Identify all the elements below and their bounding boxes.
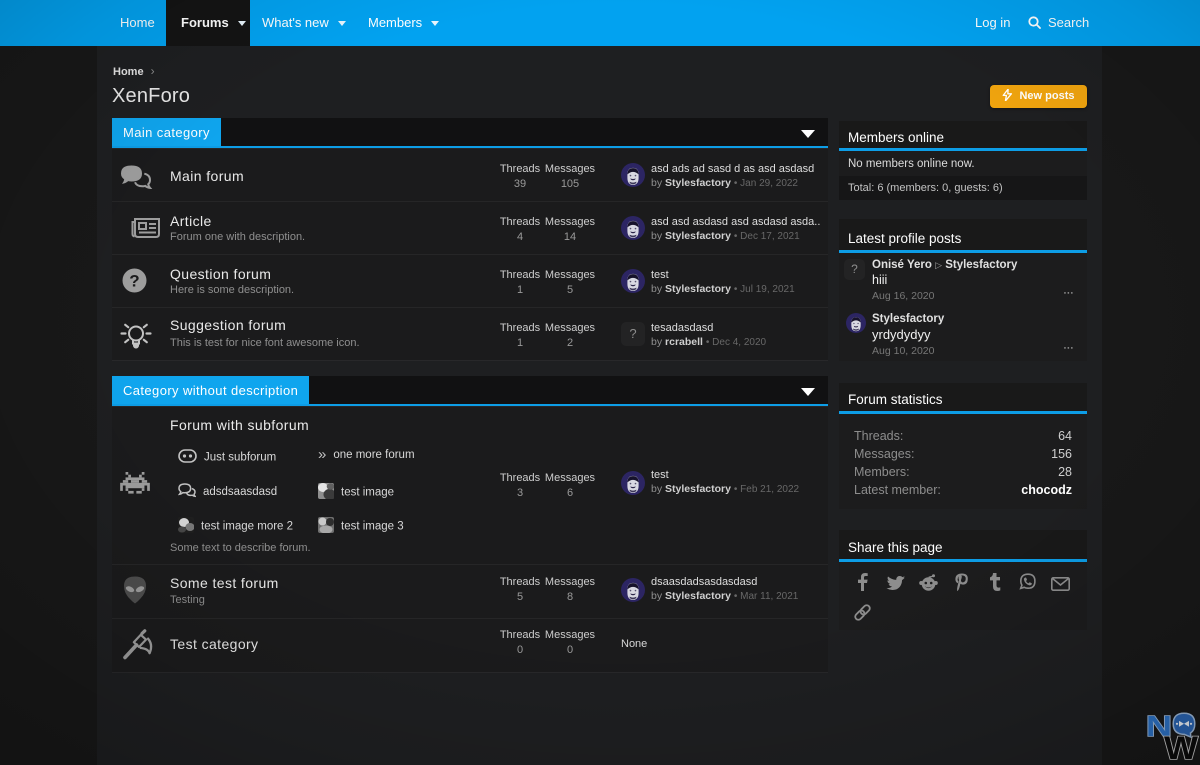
svg-text:?: ? [129,272,139,291]
svg-text:W: W [1164,730,1199,765]
